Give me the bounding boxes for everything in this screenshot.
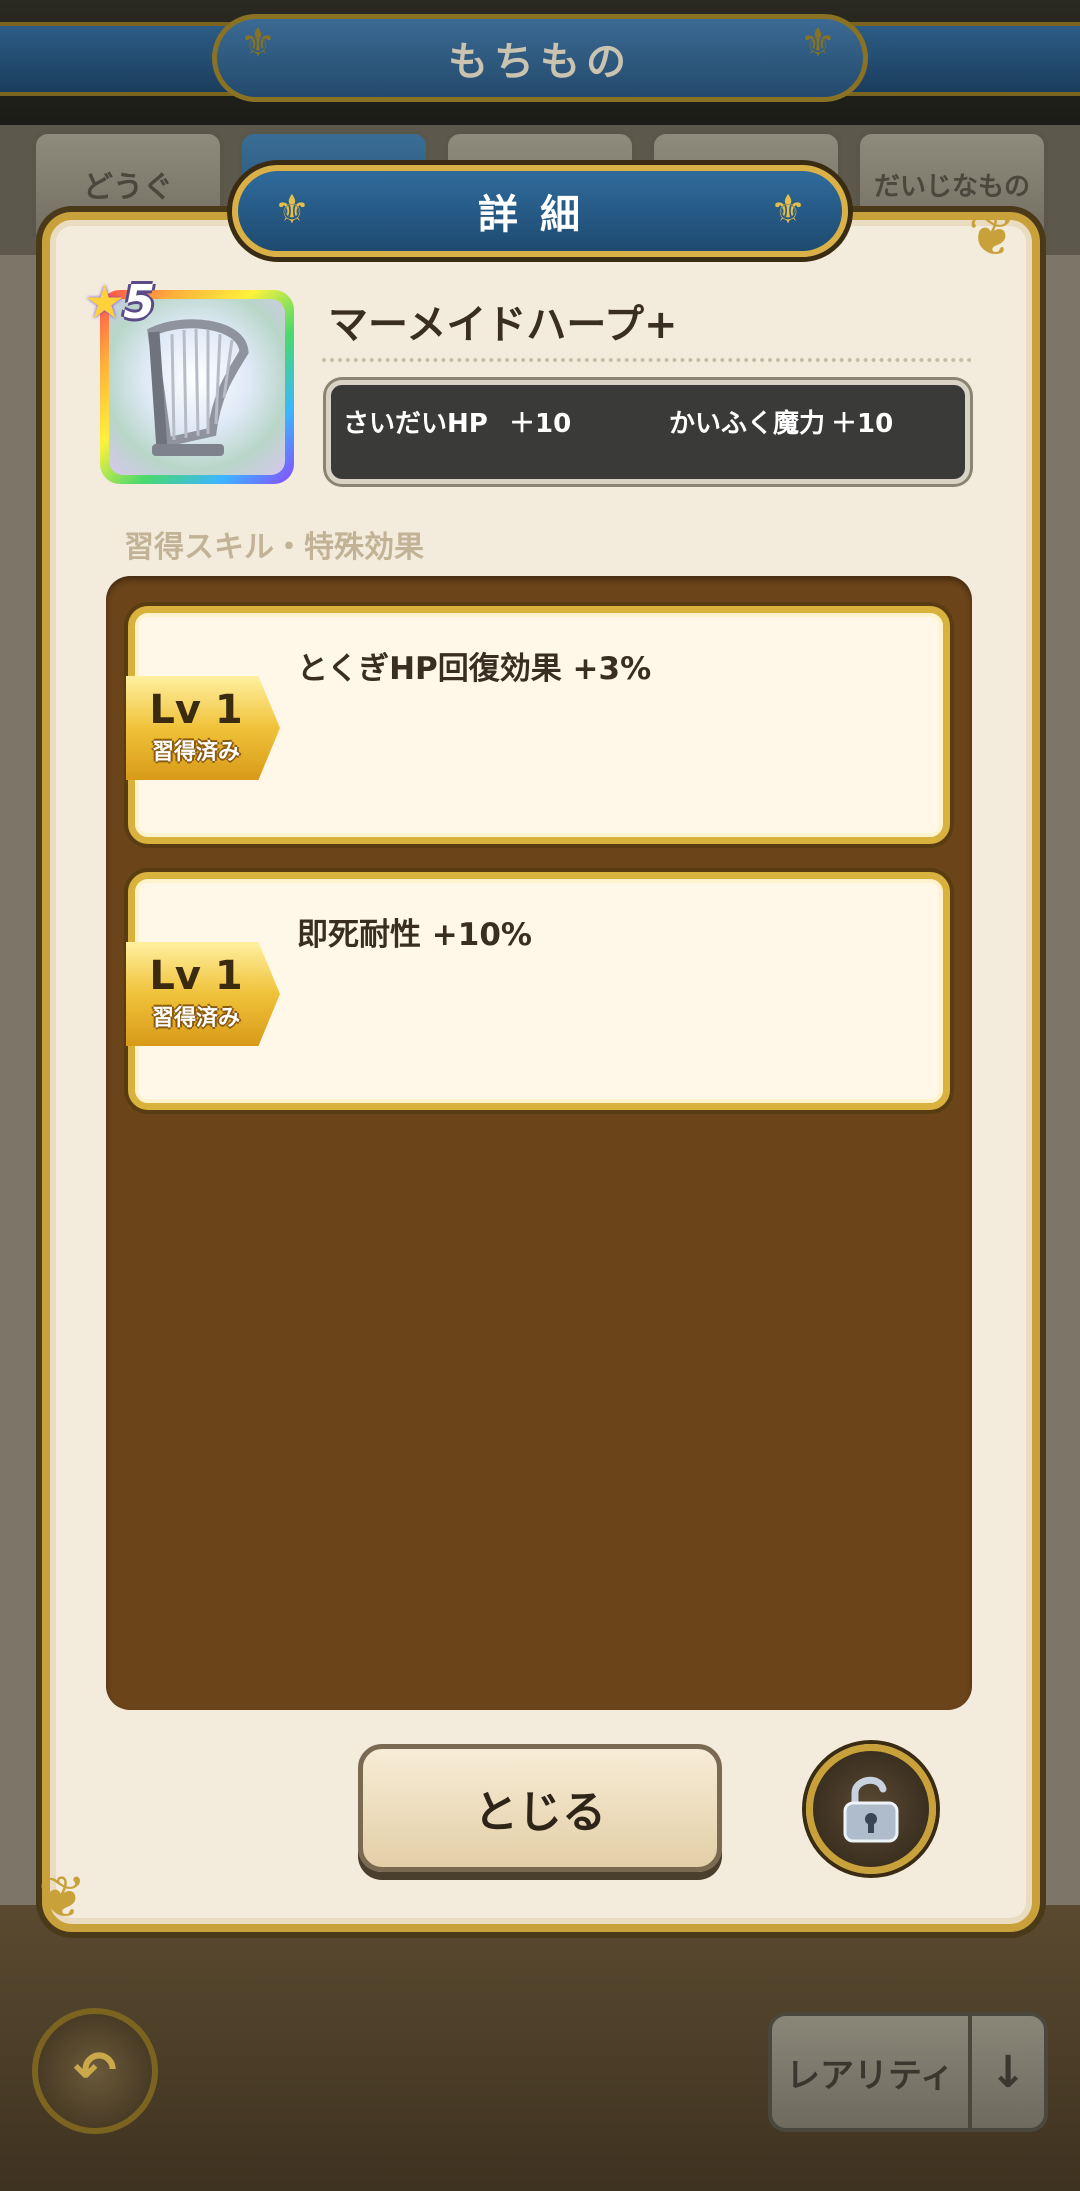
skill-text: 即死耐性 +10% <box>297 917 532 953</box>
back-button[interactable]: ↶ <box>32 2008 158 2134</box>
rarity-badge: ★ 5 <box>84 272 184 332</box>
screen-title-plate: もちもの <box>212 14 868 102</box>
learned-state: 習得済み <box>151 740 240 765</box>
unlock-icon <box>843 1776 899 1843</box>
stat-label: かいふく魔力 <box>669 409 826 439</box>
section-label: 習得スキル・特殊効果 <box>124 530 424 565</box>
stat-value: ＋10 <box>831 409 894 439</box>
skill-text: とくぎHP回復効果 +3% <box>297 651 652 687</box>
sort-direction-icon[interactable]: ↓ <box>968 2016 1044 2128</box>
level-label: Lv 1 <box>149 953 243 999</box>
back-arrow-icon: ↶ <box>73 2041 117 2101</box>
rarity-number: 5 <box>123 275 156 329</box>
item-name: マーメイドハープ+ <box>328 302 678 348</box>
level-tag: Lv 1 習得済み <box>126 676 280 780</box>
corner-ornament-top-right-icon: ❦ <box>968 201 1017 269</box>
learned-state: 習得済み <box>151 1006 240 1031</box>
fleur-left-icon: ⚜ <box>240 20 276 66</box>
star-icon: ★ <box>84 275 126 329</box>
corner-ornament-bottom-left-icon: ❦ <box>38 1863 87 1931</box>
fleur-icon: ⚜ <box>770 187 806 233</box>
harp-icon <box>147 319 249 456</box>
fleur-icon: ⚜ <box>274 187 310 233</box>
screen-title: もちもの <box>448 39 632 85</box>
close-button[interactable]: とじる <box>358 1744 722 1872</box>
sort-button[interactable]: レアリティ ↓ <box>768 2012 1048 2132</box>
level-label: Lv 1 <box>149 687 243 733</box>
fleur-right-icon: ⚜ <box>800 20 836 66</box>
stats-box: さいだいHP ＋10 かいふく魔力 ＋10 <box>326 380 970 484</box>
level-tag: Lv 1 習得済み <box>126 942 280 1046</box>
dialog-header: ⚜ 詳細 ⚜ <box>232 165 848 257</box>
dialog-title: 詳細 <box>478 192 602 238</box>
sort-label: レアリティ <box>786 2055 954 2096</box>
lock-toggle-button[interactable] <box>806 1744 936 1874</box>
divider <box>322 358 972 362</box>
stat-value: ＋10 <box>509 409 572 439</box>
stat-label: さいだいHP <box>343 409 488 439</box>
